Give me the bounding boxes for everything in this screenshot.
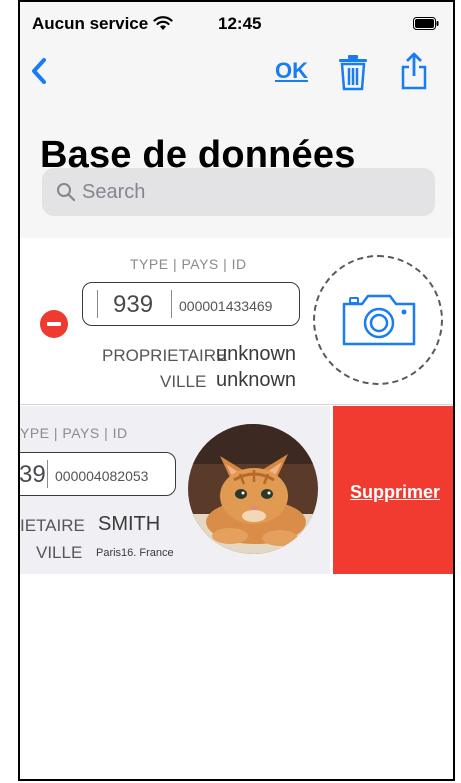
trash-icon[interactable] — [338, 55, 368, 91]
record-id: 000004082053 — [55, 468, 149, 484]
delete-minus-button[interactable] — [40, 310, 68, 338]
wifi-icon — [153, 16, 173, 30]
owner-label: IETAIRE — [20, 516, 85, 535]
search-placeholder: Search — [82, 181, 146, 203]
carrier-label: Aucun service — [32, 14, 149, 33]
id-box: 939 000001433469 — [82, 282, 300, 326]
id-box: 39 000004082053 — [19, 452, 176, 496]
search-icon — [57, 183, 76, 202]
record-header: YPE | PAYS | ID — [20, 425, 128, 441]
clock: 12:45 — [218, 14, 262, 33]
cat-image — [188, 424, 318, 554]
record-code: 39 — [19, 461, 46, 488]
phone-frame: Aucun service 12:45 OK Base de données S… — [18, 0, 455, 781]
back-chevron-icon[interactable] — [30, 57, 48, 85]
owner-label: PROPRIETAIRE — [102, 346, 228, 365]
camera-icon[interactable] — [340, 292, 418, 348]
city-label: VILLE — [160, 372, 207, 391]
city-value: Paris16. France — [96, 547, 174, 559]
cat-photo[interactable] — [188, 424, 318, 554]
share-icon[interactable] — [400, 52, 428, 90]
city-value: unknown — [216, 369, 297, 391]
divider — [20, 404, 453, 405]
record-id: 000001433469 — [179, 298, 273, 314]
record-code: 939 — [113, 291, 154, 318]
record-header: TYPE | PAYS | ID — [130, 256, 247, 272]
ok-button[interactable]: OK — [275, 58, 308, 84]
search-field[interactable]: Search — [42, 168, 435, 216]
battery-icon — [413, 17, 439, 30]
city-label: VILLE — [36, 543, 83, 562]
delete-button[interactable]: Supprimer — [333, 406, 453, 574]
owner-value: unknown — [216, 343, 297, 365]
delete-label: Supprimer — [349, 482, 441, 502]
owner-value: SMITH — [98, 513, 161, 535]
